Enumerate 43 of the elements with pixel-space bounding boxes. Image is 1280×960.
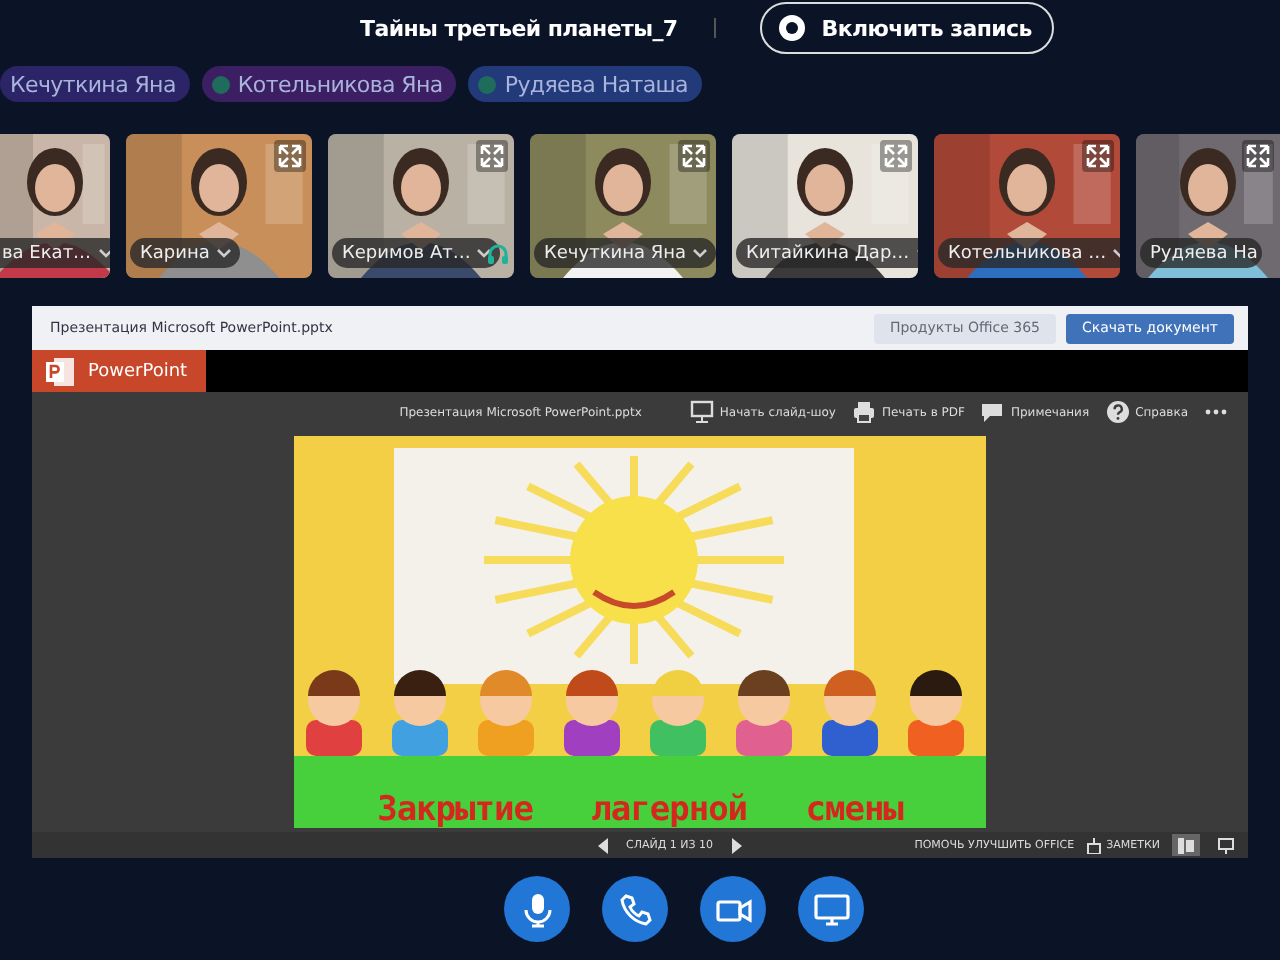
normal-view-button[interactable] [1172, 834, 1200, 856]
monitor-icon [813, 891, 849, 927]
participant-name: Китайкина Дар… [746, 243, 910, 263]
printer-icon [851, 400, 876, 424]
participant-name: ва Екат… [2, 243, 92, 263]
chevron-down-icon[interactable] [97, 247, 110, 259]
chevron-down-icon[interactable] [692, 247, 709, 259]
help-icon [1105, 400, 1130, 424]
reading-view-icon [1218, 837, 1234, 853]
chevron-down-icon[interactable] [476, 247, 493, 259]
microphone-button[interactable] [504, 876, 570, 942]
expand-icon[interactable] [274, 140, 306, 172]
screen-icon [689, 400, 714, 424]
microphone-icon [519, 891, 555, 927]
expand-icon[interactable] [476, 140, 508, 172]
expand-icon[interactable] [678, 140, 710, 172]
participant-chip[interactable]: Рудяева Наташа [468, 66, 702, 102]
normal-view-icon [1178, 837, 1194, 853]
record-button[interactable]: Включить запись [759, 2, 1054, 54]
notes-icon [1086, 837, 1103, 853]
record-icon [777, 14, 806, 42]
reading-view-button[interactable] [1212, 834, 1240, 856]
phone-icon [617, 891, 653, 927]
powerpoint-logo-icon [44, 355, 76, 387]
app-name: PowerPoint [88, 361, 188, 381]
expand-icon[interactable] [1082, 140, 1114, 172]
chevron-down-icon[interactable] [215, 247, 232, 259]
previous-slide-icon[interactable] [598, 837, 610, 853]
meeting-title: Тайны третьей планеты_7 [360, 15, 678, 41]
participant-name: Котельникова … [948, 243, 1107, 263]
screen-share-button[interactable] [798, 876, 864, 942]
speech-bubble-icon [980, 400, 1005, 424]
participant-chip[interactable]: Котельникова Яна [201, 66, 457, 102]
participant-chip[interactable]: Кечуткина Яна [0, 66, 190, 102]
next-slide-icon[interactable] [729, 837, 742, 853]
camera-button[interactable] [700, 876, 766, 942]
participant-name: Кечуткина Яна [544, 243, 687, 263]
slide-caption: Закрытие лагерной смены [377, 792, 903, 828]
participant-name: Карина [140, 243, 210, 263]
expand-icon[interactable] [1242, 140, 1274, 172]
call-button[interactable] [602, 876, 668, 942]
participant-name: Рудяева На [1150, 243, 1258, 263]
participant-name: Керимов Ат… [342, 243, 471, 263]
